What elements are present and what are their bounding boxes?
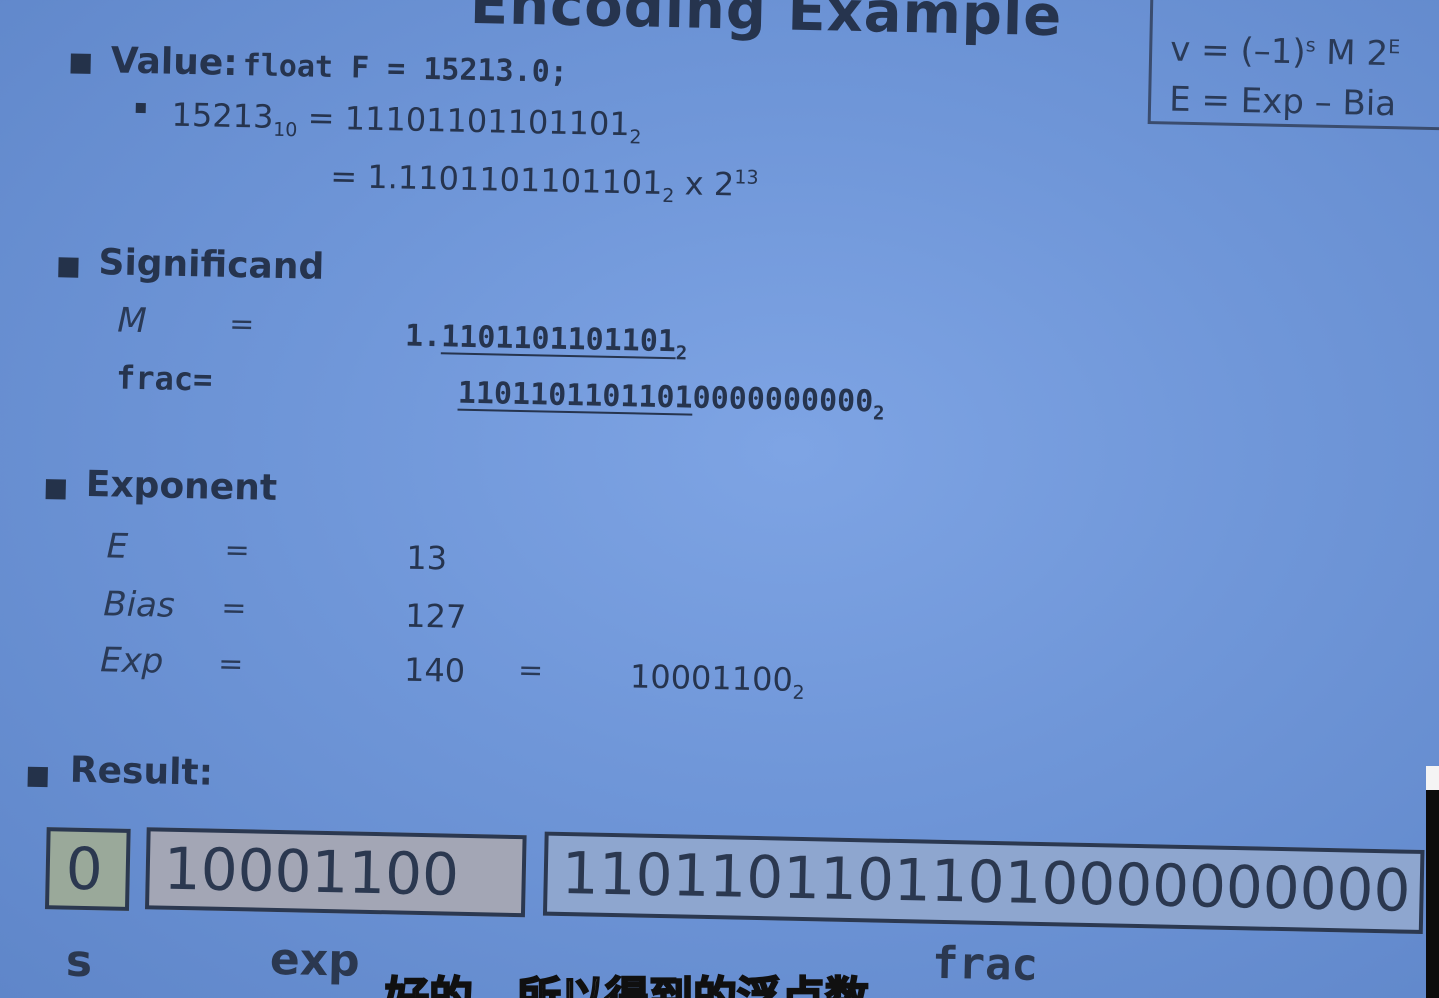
formula-line-2: E = Exp – Bia [1168, 79, 1397, 125]
normalized-form: = 1.11011011011012 x 213 [329, 156, 759, 208]
bias-value: 127 [404, 596, 467, 636]
exp-equals-2: = [517, 653, 544, 689]
m-label: M [116, 300, 148, 342]
video-subtitle: 好的，所以得到的浮点数 [385, 962, 869, 998]
exp-field-label: exp [269, 933, 361, 987]
exponent-heading: Exponent [85, 463, 278, 509]
screen-edge-highlight [1426, 766, 1439, 790]
exp-binary: 100011002 [629, 657, 805, 705]
screen-edge [1426, 790, 1439, 998]
formula-box: v = (–1)s M 2E E = Exp – Bia [1147, 0, 1439, 131]
value-line: Value: float F = 15213.0; [110, 40, 568, 91]
sub-bullet [135, 102, 146, 114]
s-field-label: s [65, 935, 93, 988]
slide-title: Encoding Example [469, 0, 1063, 50]
e-equals: = [224, 532, 251, 569]
significand-heading: Significand [98, 242, 325, 288]
frac-value: 110110110110100000000002 [457, 375, 885, 425]
m-equals: = [228, 306, 255, 343]
slide: Encoding Example v = (–1)s M 2E E = Exp … [0, 0, 1439, 998]
frac-bits-box: 11011011011010000000000 [542, 831, 1425, 935]
formula-line-1: v = (–1)s M 2E [1169, 29, 1401, 75]
exp-value: 140 [403, 650, 466, 690]
decimal-to-binary: 1521310 = 111011011011012 [171, 95, 642, 149]
sign-bit-box: 0 [44, 827, 131, 911]
m-value: 1.11011011011012 [404, 318, 688, 365]
bias-label: Bias [102, 584, 176, 626]
value-label: Value: [110, 40, 239, 84]
result-heading: Result: [69, 749, 214, 794]
bullet-significand [58, 257, 79, 278]
exp-label: Exp [99, 640, 164, 682]
value-code: float F = 15213.0; [242, 48, 569, 90]
bullet-value [70, 53, 91, 74]
bullet-exponent [45, 479, 66, 500]
e-value: 13 [406, 538, 448, 578]
frac-field-label: frac [931, 937, 1039, 991]
frac-label: frac= [115, 358, 213, 399]
e-label: E [106, 526, 129, 567]
bullet-result [27, 766, 48, 788]
exp-equals: = [217, 646, 244, 683]
bias-equals: = [220, 590, 247, 627]
exp-bits-box: 10001100 [144, 827, 527, 918]
